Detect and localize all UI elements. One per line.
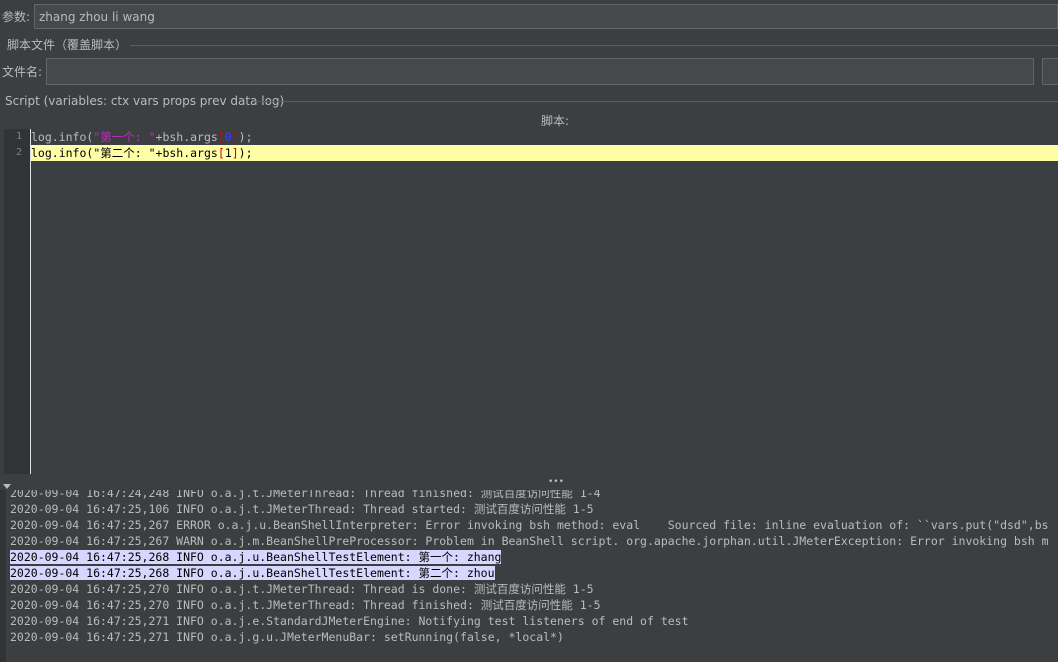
filename-label: 文件名: <box>2 65 43 79</box>
log-line: 2020-09-04 16:47:25,270 INFO o.a.j.t.JMe… <box>10 582 594 596</box>
editor-header-label: 脚本: <box>541 114 570 128</box>
triangle-down-icon[interactable] <box>3 484 11 489</box>
code-line-2-current[interactable]: log.info("第二个: "+bsh.args[1]); <box>31 145 1058 161</box>
browse-button[interactable] <box>1042 58 1058 85</box>
script-file-section-title: 脚本文件（覆盖脚本） <box>7 38 128 52</box>
gutter-divider <box>30 129 31 474</box>
filename-input[interactable] <box>46 58 1034 85</box>
log-lines: 2020-09-04 16:47:24,248 INFO o.a.j.t.JMe… <box>10 490 1049 645</box>
section-divider <box>254 101 1058 102</box>
line-number: 1 <box>15 131 22 142</box>
split-pane-divider[interactable]: ••• <box>0 477 1058 490</box>
log-line-selected: 2020-09-04 16:47:25,268 INFO o.a.j.u.Bea… <box>10 550 502 564</box>
log-line: 2020-09-04 16:47:25,106 INFO o.a.j.t.JMe… <box>10 502 594 516</box>
script-section-title: Script (variables: ctx vars props prev d… <box>5 94 285 108</box>
beanshell-script-panel: { "params": { "label": "参数:", "value": "… <box>0 0 1058 662</box>
line-number-gutter: 1 2 <box>4 129 30 474</box>
params-input[interactable] <box>34 4 1058 29</box>
line-number: 2 <box>15 147 22 158</box>
script-editor[interactable]: 1 2 log.info("第一个: "+bsh.args[0]); log.i… <box>4 129 1058 474</box>
log-line: 2020-09-04 16:47:24,248 INFO o.a.j.t.JMe… <box>10 490 601 500</box>
log-panel[interactable]: 2020-09-04 16:47:24,248 INFO o.a.j.t.JMe… <box>0 490 1058 662</box>
log-line: 2020-09-04 16:47:25,267 WARN o.a.j.m.Bea… <box>10 534 1049 548</box>
section-divider <box>130 45 1058 46</box>
log-line: 2020-09-04 16:47:25,271 INFO o.a.j.e.Sta… <box>10 614 689 628</box>
log-line: 2020-09-04 16:47:25,271 INFO o.a.j.g.u.J… <box>10 630 564 644</box>
log-line: 2020-09-04 16:47:25,270 INFO o.a.j.t.JMe… <box>10 598 601 612</box>
log-line: 2020-09-04 16:47:25,267 ERROR o.a.j.u.Be… <box>10 518 1049 532</box>
params-label: 参数: <box>2 10 31 24</box>
log-line-selected: 2020-09-04 16:47:25,268 INFO o.a.j.u.Bea… <box>10 566 495 580</box>
splitter-grip: ••• <box>548 477 564 487</box>
code-line-1[interactable]: log.info("第一个: "+bsh.args[0]); <box>31 129 1058 145</box>
log-gutter <box>0 490 6 662</box>
